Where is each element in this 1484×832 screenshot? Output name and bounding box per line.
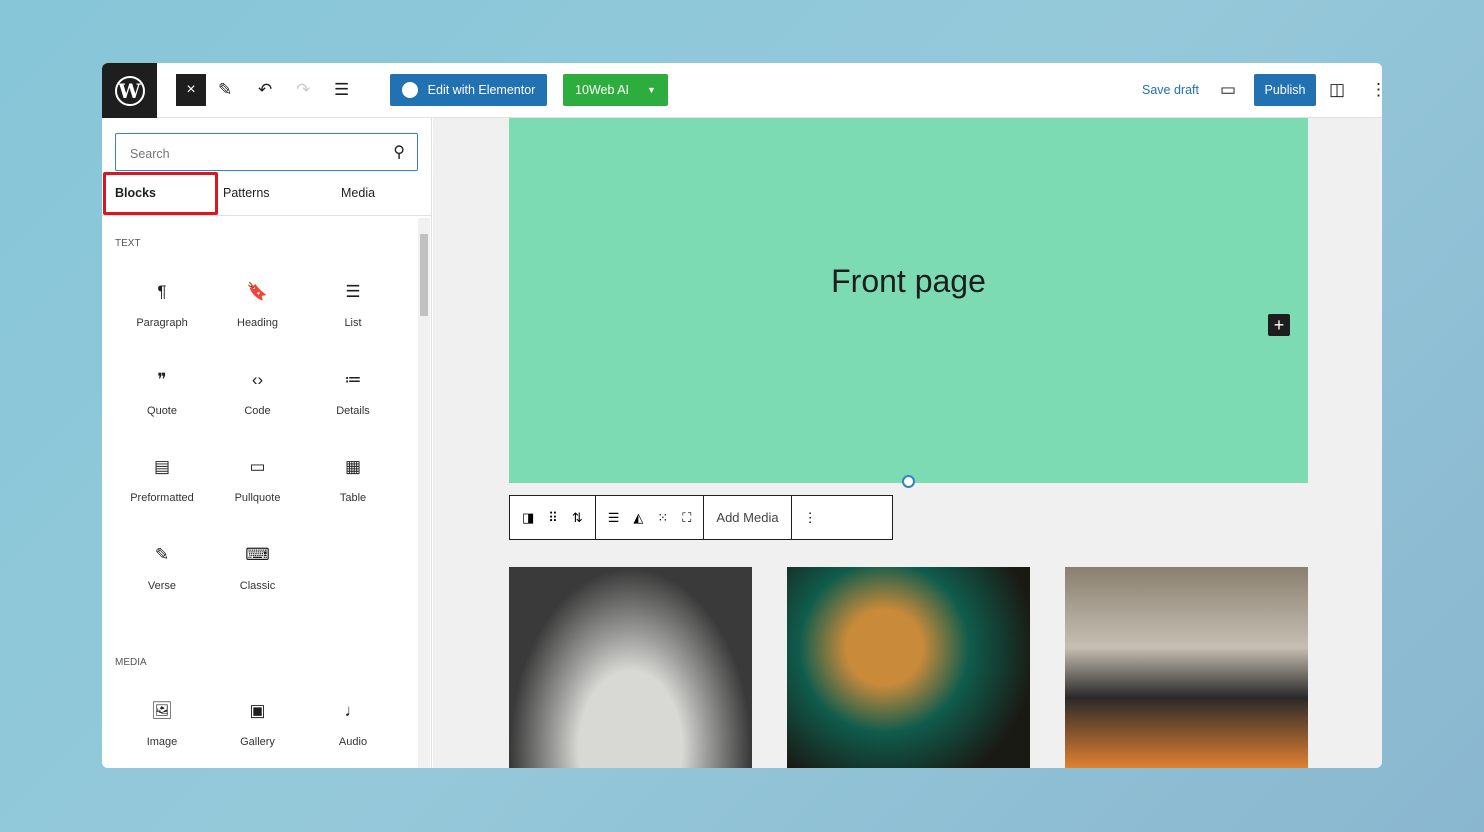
edit-with-elementor-button[interactable]: Edit with Elementor (390, 74, 547, 106)
search-icon: ⚲ (393, 144, 405, 161)
cover-title[interactable]: Front page (509, 263, 1308, 300)
block-item-verse[interactable]: ✎ Verse (114, 545, 210, 592)
tab-patterns[interactable]: Patterns (223, 186, 270, 200)
image-icon: 🖼 (151, 701, 173, 720)
add-block-icon[interactable]: + (1268, 314, 1290, 336)
publish-button[interactable]: Publish (1254, 74, 1316, 106)
pencil-icon[interactable]: ✎ (218, 74, 232, 106)
tab-media[interactable]: Media (341, 186, 375, 200)
block-toolbar: ◨ ⠿ ⇅ ☰ ◭ ⁙ ⛶ Add Media ⋮ (509, 495, 893, 540)
block-item-pullquote[interactable]: ▭ Pullquote (210, 457, 306, 504)
align-icon[interactable]: ☰ (608, 510, 620, 526)
gallery-icon: ▣ (249, 701, 266, 720)
list-icon: ☰ (345, 282, 361, 301)
audio-icon: ♩ (344, 701, 362, 720)
block-item-classic[interactable]: ⌨ Classic (210, 545, 306, 592)
chevron-down-icon: ▼ (647, 85, 656, 95)
section-heading: MEDIA (115, 657, 147, 668)
section-heading: TEXT (115, 238, 141, 249)
block-label: List (344, 317, 362, 329)
quote-icon: ❞ (157, 369, 167, 389)
block-item-heading[interactable]: 🔖 Heading (210, 282, 306, 329)
block-item-audio[interactable]: ♩ Audio (305, 701, 401, 748)
options-menu-icon[interactable]: ⋮ (1370, 74, 1382, 106)
tenweb-ai-button[interactable]: 10Web AI ▼ (563, 74, 668, 106)
move-up-down-icon[interactable]: ⇅ (572, 510, 583, 526)
list-view-icon[interactable]: ☰ (334, 74, 349, 106)
block-item-preformatted[interactable]: ▤ Preformatted (114, 457, 210, 504)
top-toolbar: W × ✎ ↶ ↷ ☰ Edit with Elementor 10Web AI… (102, 63, 1382, 118)
resize-handle[interactable] (902, 475, 915, 488)
code-icon: ‹› (251, 369, 264, 389)
block-label: Pullquote (234, 492, 281, 504)
block-label: Details (336, 404, 370, 417)
classic-icon: ⌨ (245, 544, 270, 564)
block-label: Audio (338, 736, 368, 748)
scrollbar[interactable] (418, 218, 430, 768)
block-label: Table (339, 492, 367, 504)
editor-canvas: Front page + ◨ ⠿ ⇅ ☰ ◭ ⁙ ⛶ Add Media ⋮ (433, 118, 1382, 768)
block-item-quote[interactable]: ❞ Quote (114, 370, 210, 417)
cover-block[interactable]: Front page + (509, 118, 1308, 483)
block-label: Paragraph (136, 317, 188, 329)
undo-icon[interactable]: ↶ (258, 74, 272, 106)
full-height-icon[interactable]: ⛶ (682, 510, 691, 526)
cover-block-icon[interactable]: ◨ (522, 510, 534, 526)
editor-window: W × ✎ ↶ ↷ ☰ Edit with Elementor 10Web AI… (102, 63, 1382, 768)
block-item-gallery[interactable]: ▣ Gallery (210, 701, 306, 748)
divider (102, 215, 432, 216)
block-item-table[interactable]: ▦ Table (305, 457, 401, 504)
block-label: Heading (237, 317, 278, 329)
block-label: Preformatted (130, 492, 194, 504)
search-input[interactable]: Search ⚲ (115, 133, 418, 171)
table-icon: ▦ (344, 457, 362, 476)
heading-icon: 🔖 (246, 282, 269, 301)
block-label: Quote (147, 404, 177, 417)
settings-sidebar-icon[interactable]: ◫ (1329, 74, 1345, 106)
add-media-button[interactable]: Add Media (704, 496, 792, 539)
block-item-list[interactable]: ☰ List (305, 282, 401, 329)
more-options-icon[interactable]: ⋮ (792, 496, 829, 539)
content-position-icon[interactable]: ⁙ (657, 510, 668, 526)
gallery-image-mugs[interactable] (509, 567, 752, 768)
block-label: Classic (239, 579, 276, 592)
details-icon: ≔ (344, 369, 362, 389)
gallery-image-table[interactable] (787, 567, 1030, 768)
preformatted-icon: ▤ (153, 457, 171, 476)
block-label: Verse (147, 579, 177, 592)
block-label: Image (146, 736, 178, 748)
wordpress-logo[interactable]: W (102, 63, 157, 118)
pullquote-icon: ▭ (249, 457, 266, 476)
block-item-image[interactable]: 🖼 Image (114, 701, 210, 748)
preview-desktop-icon[interactable]: ▭ (1220, 74, 1236, 106)
scrollbar-thumb[interactable] (420, 234, 428, 316)
drag-handle-icon[interactable]: ⠿ (548, 510, 558, 526)
verse-icon: ✎ (154, 544, 170, 564)
block-item-paragraph[interactable]: ¶ Paragraph (114, 282, 210, 329)
block-item-details[interactable]: ≔ Details (305, 370, 401, 417)
block-label: Gallery (240, 736, 275, 748)
elementor-icon (401, 82, 418, 98)
save-draft-button[interactable]: Save draft (1142, 74, 1199, 106)
block-inserter: Search ⚲ Blocks Patterns Media TEXT ¶ Parag… (102, 118, 432, 768)
tab-blocks[interactable]: Blocks (115, 186, 156, 200)
block-item-code[interactable]: ‹› Code (210, 370, 306, 417)
close-inserter-button[interactable]: × (176, 74, 206, 106)
paragraph-icon: ¶ (157, 282, 167, 301)
duotone-icon[interactable]: ◭ (633, 510, 643, 526)
gallery-image-kitchen[interactable] (1065, 567, 1308, 768)
block-label: Code (244, 404, 271, 417)
redo-icon[interactable]: ↷ (296, 74, 310, 106)
